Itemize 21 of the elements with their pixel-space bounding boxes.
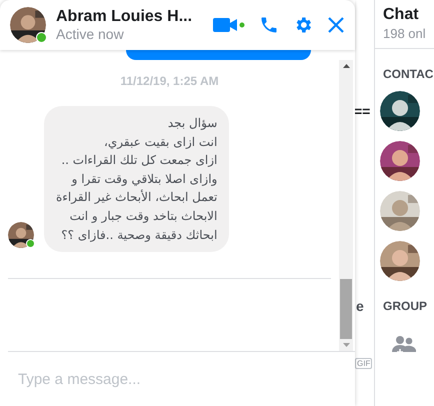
- message-bubble: سؤال بجد انت ازاى بقيت عبقري، ازاى جمعت كل تلك القراءات .. وازاى اصلا بتلاقي وقت تقرا و تعمل ابحاث، الأبحاث غير القراءة الابحاث بتاخد وقت جبار و انت ابحاثك دقيقة وصحية ..فازاى ؟؟: [44, 106, 230, 252]
- timestamp: 11/12/19, 1:25 AM: [120, 74, 219, 88]
- contact-avatar[interactable]: [380, 141, 420, 181]
- scrollbar[interactable]: [339, 60, 353, 351]
- status-text: Active now: [56, 26, 125, 42]
- section-heading: GROUP: [382, 298, 428, 313]
- scrollbar-thumb[interactable]: [340, 279, 352, 339]
- group-icon[interactable]: [392, 335, 416, 355]
- video-call-icon[interactable]: [213, 16, 245, 34]
- scroll-up-icon[interactable]: [342, 64, 350, 68]
- contact-name[interactable]: Abram Louies H...: [56, 8, 203, 26]
- online-count: 198 onl: [383, 26, 427, 41]
- sidebar-title: Chat: [383, 6, 420, 24]
- page-text: GIF: [355, 358, 372, 369]
- contact-avatar[interactable]: [380, 241, 420, 281]
- page-text: e: [356, 298, 364, 314]
- phone-icon[interactable]: [259, 15, 279, 35]
- scroll-down-icon[interactable]: [342, 343, 350, 347]
- section-heading: CONTAC: [382, 66, 434, 81]
- contact-avatar[interactable]: [380, 91, 420, 131]
- close-icon[interactable]: [327, 16, 345, 34]
